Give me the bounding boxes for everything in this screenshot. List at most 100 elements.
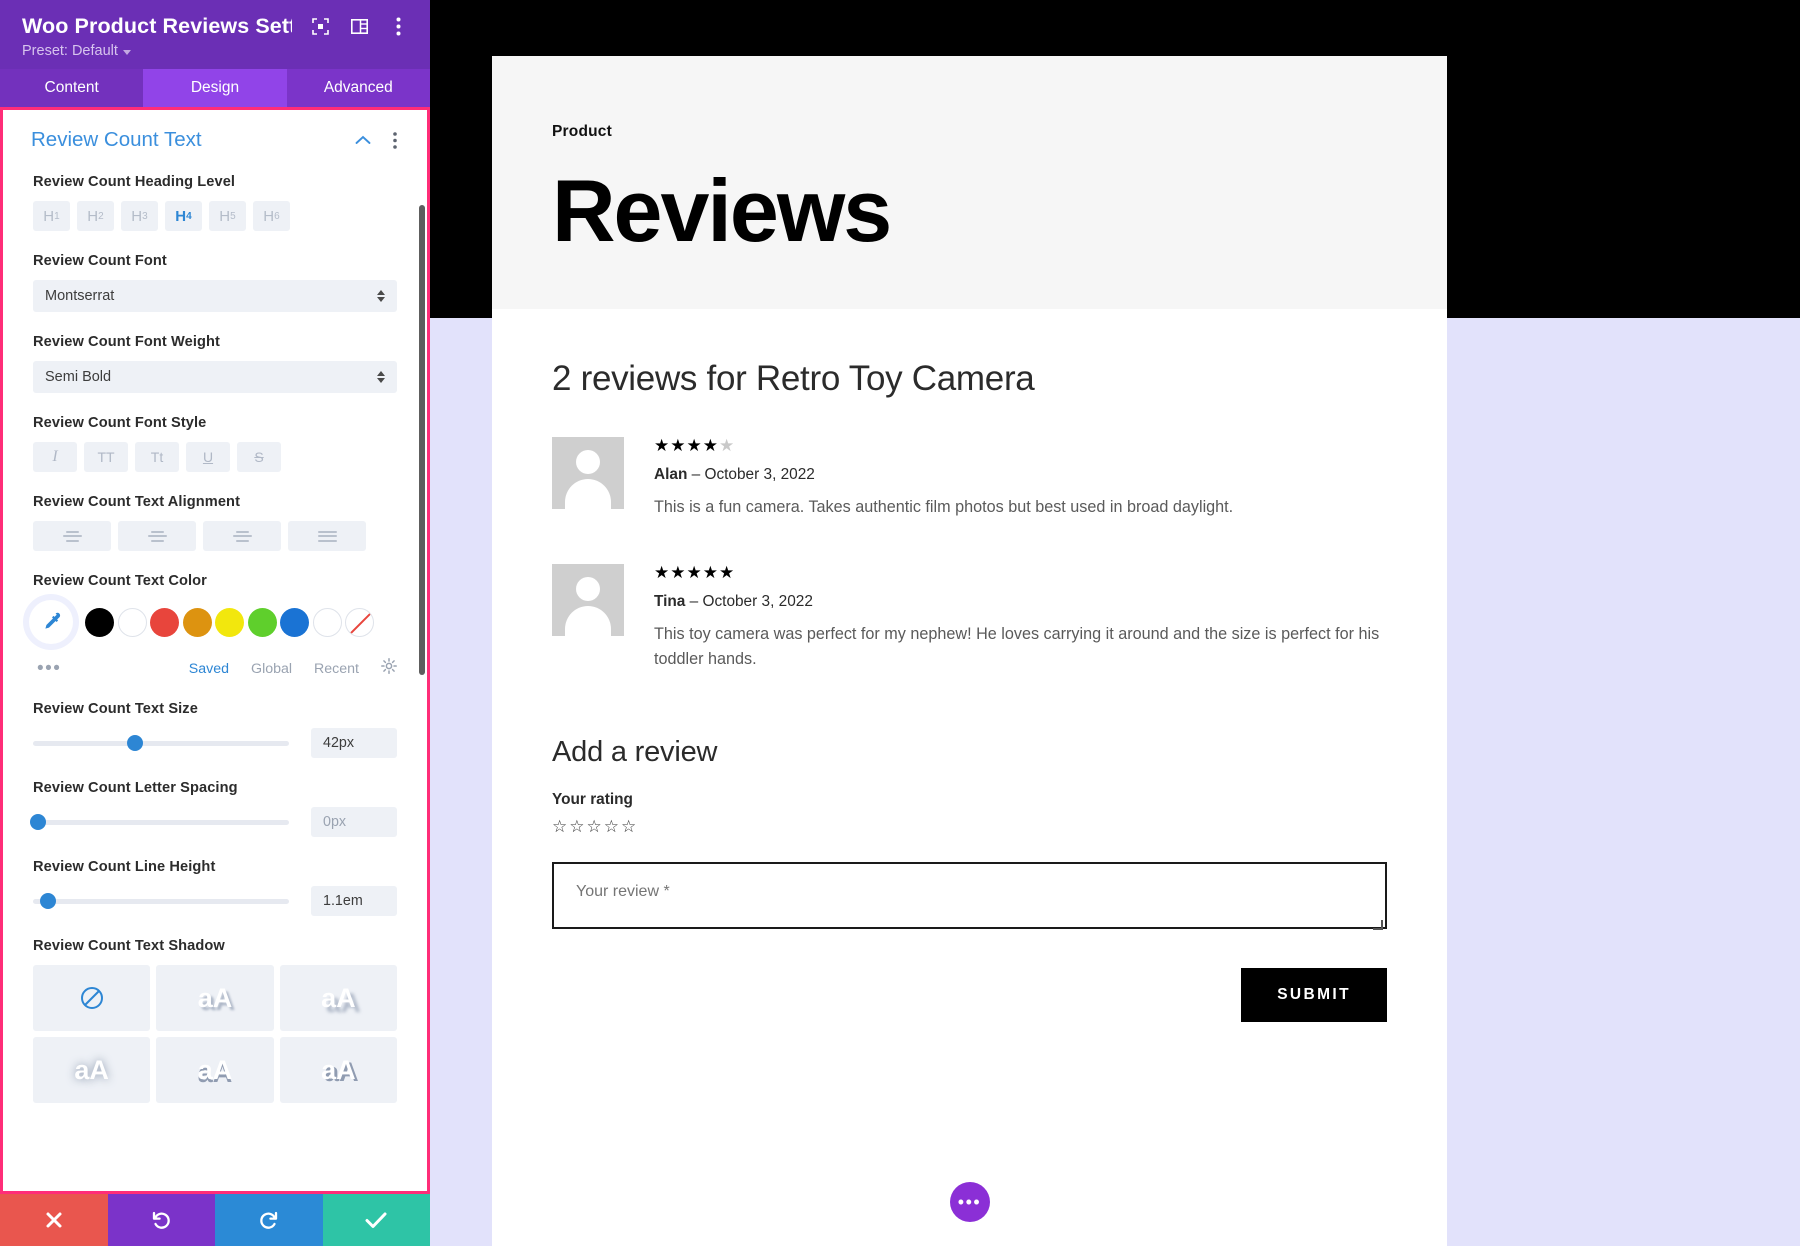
font-weight-value: Semi Bold	[45, 369, 111, 385]
review-item: ★★★★★ Tina – October 3, 2022 This toy ca…	[552, 564, 1387, 672]
color-swatch-row	[29, 600, 397, 644]
tab-design[interactable]: Design	[143, 69, 286, 107]
floating-action-button[interactable]: •••	[950, 1182, 990, 1222]
swatch-white-2[interactable]	[313, 608, 342, 637]
field-heading-level: Review Count Heading Level H1 H2 H3 H4 H…	[3, 174, 427, 231]
align-justify-icon[interactable]	[288, 521, 366, 551]
heading-level-h2[interactable]: H2	[77, 201, 114, 231]
panel-action-bar	[0, 1194, 430, 1246]
chevron-down-icon	[123, 50, 131, 55]
letter-spacing-slider[interactable]	[33, 820, 289, 825]
preset-selector[interactable]: Preset: Default	[22, 43, 408, 59]
tab-content[interactable]: Content	[0, 69, 143, 107]
stepper-arrows-icon	[377, 371, 385, 383]
swatch-red[interactable]	[150, 608, 179, 637]
focus-icon[interactable]	[310, 17, 330, 37]
slider-thumb[interactable]	[127, 735, 143, 751]
reviews-heading: 2 reviews for Retro Toy Camera	[552, 359, 1387, 399]
field-label: Review Count Font	[33, 253, 397, 269]
underline-icon[interactable]: U	[186, 442, 230, 472]
save-button[interactable]	[323, 1194, 431, 1246]
align-left-icon[interactable]	[33, 521, 111, 551]
italic-icon[interactable]: I	[33, 442, 77, 472]
review-textarea[interactable]	[552, 862, 1387, 929]
heading-level-h4[interactable]: H4	[165, 201, 202, 231]
smallcaps-icon[interactable]: Tt	[135, 442, 179, 472]
field-label: Review Count Text Shadow	[33, 938, 397, 954]
color-meta-row: ••• Saved Global Recent	[33, 658, 397, 679]
swatch-yellow[interactable]	[215, 608, 244, 637]
color-tab-recent[interactable]: Recent	[314, 661, 359, 677]
chevron-up-icon[interactable]	[353, 130, 373, 150]
swatch-blue[interactable]	[280, 608, 309, 637]
rating-input[interactable]: ☆☆☆☆☆	[552, 817, 1387, 837]
ellipsis-icon[interactable]: •••	[37, 664, 61, 674]
field-font-style: Review Count Font Style I TT Tt U S	[3, 415, 427, 472]
rating-stars: ★★★★★	[654, 564, 1387, 581]
line-height-slider[interactable]	[33, 899, 289, 904]
align-center-icon[interactable]	[118, 521, 196, 551]
shadow-preset-none[interactable]	[33, 965, 150, 1031]
strikethrough-icon[interactable]: S	[237, 442, 281, 472]
swatch-transparent[interactable]	[345, 608, 374, 637]
tab-advanced[interactable]: Advanced	[287, 69, 430, 107]
line-height-input[interactable]: 1.1em	[311, 886, 397, 916]
heading-level-h1[interactable]: H1	[33, 201, 70, 231]
resize-grip-icon[interactable]	[1373, 920, 1383, 930]
slider-thumb[interactable]	[30, 814, 46, 830]
panel-scrollbar[interactable]	[419, 205, 425, 675]
heading-level-h3[interactable]: H3	[121, 201, 158, 231]
swatch-white[interactable]	[118, 608, 147, 637]
kebab-icon[interactable]	[388, 17, 408, 37]
shadow-preset-1[interactable]: aA	[156, 965, 273, 1031]
undo-button[interactable]	[108, 1194, 216, 1246]
layout-icon[interactable]	[349, 17, 369, 37]
page-hero: Product Reviews	[492, 56, 1447, 309]
review-date: October 3, 2022	[704, 466, 814, 483]
font-select-value: Montserrat	[45, 288, 114, 304]
swatch-black[interactable]	[85, 608, 114, 637]
slider-thumb[interactable]	[40, 893, 56, 909]
font-select[interactable]: Montserrat	[33, 280, 397, 312]
color-tab-global[interactable]: Global	[251, 661, 292, 677]
field-label: Review Count Text Size	[33, 701, 397, 717]
align-right-icon[interactable]	[203, 521, 281, 551]
color-tab-saved[interactable]: Saved	[189, 661, 229, 677]
heading-level-h5[interactable]: H5	[209, 201, 246, 231]
swatch-orange[interactable]	[183, 608, 212, 637]
settings-scroll-area: Review Count Text Review Count Hea	[3, 110, 427, 1191]
field-label: Review Count Heading Level	[33, 174, 397, 190]
font-style-options: I TT Tt U S	[33, 442, 397, 472]
uppercase-icon[interactable]: TT	[84, 442, 128, 472]
star-empty: ★	[719, 436, 735, 455]
redo-button[interactable]	[215, 1194, 323, 1246]
star-filled: ★★★★	[654, 436, 719, 455]
gear-icon[interactable]	[381, 658, 397, 679]
shadow-sample: aA	[198, 1057, 233, 1084]
review-date: October 3, 2022	[703, 593, 813, 610]
shadow-preset-5[interactable]: aA	[280, 1037, 397, 1103]
swatch-green[interactable]	[248, 608, 277, 637]
review-dash: –	[687, 466, 704, 483]
text-size-slider[interactable]	[33, 741, 289, 746]
shadow-sample: aA	[74, 1057, 109, 1084]
eyedropper-icon[interactable]	[29, 600, 73, 644]
field-label: Review Count Line Height	[33, 859, 397, 875]
review-item: ★★★★★ Alan – October 3, 2022 This is a f…	[552, 437, 1387, 520]
font-weight-select[interactable]: Semi Bold	[33, 361, 397, 393]
review-author: Alan	[654, 466, 687, 483]
shadow-preset-4[interactable]: aA	[156, 1037, 273, 1103]
text-size-input[interactable]: 42px	[311, 728, 397, 758]
heading-level-h6[interactable]: H6	[253, 201, 290, 231]
shadow-preset-3[interactable]: aA	[33, 1037, 150, 1103]
letter-spacing-input[interactable]: 0px	[311, 807, 397, 837]
text-shadow-presets: aA aA aA aA aA	[33, 965, 397, 1103]
shadow-preset-2[interactable]: aA	[280, 965, 397, 1031]
redo-icon	[258, 1210, 279, 1231]
page-preview: Product Reviews 2 reviews for Retro Toy …	[492, 56, 1447, 1246]
submit-row: SUBMIT	[552, 968, 1387, 1022]
panel-tabs: Content Design Advanced	[0, 69, 430, 107]
cancel-button[interactable]	[0, 1194, 108, 1246]
submit-button[interactable]: SUBMIT	[1241, 968, 1387, 1022]
kebab-icon[interactable]	[385, 130, 405, 150]
